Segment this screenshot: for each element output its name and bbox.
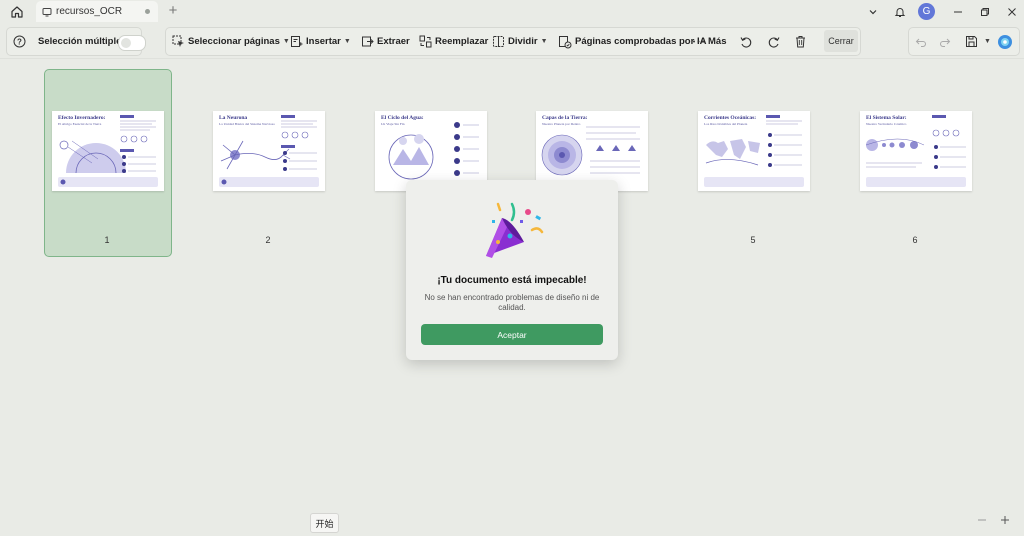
close-window-icon[interactable]: [1002, 2, 1022, 22]
more-label: Más: [708, 36, 727, 47]
restore-icon[interactable]: [975, 2, 995, 22]
ai-check-icon: [559, 35, 572, 48]
page-number: 6: [912, 235, 918, 245]
split-button[interactable]: Dividir ▼: [492, 28, 548, 55]
rotate-left-icon[interactable]: [739, 28, 756, 55]
party-popper-icon: [486, 202, 544, 258]
page-thumbnail-4[interactable]: Capas de la Tierra: Nuestro Planeta por …: [536, 111, 648, 191]
history-group: ▼: [908, 27, 1020, 56]
multi-select-group: ? Selección múltiple: [6, 27, 146, 56]
multi-select-toggle[interactable]: [118, 35, 146, 51]
redo-icon[interactable]: [939, 28, 954, 55]
page-thumbnail-3[interactable]: El Ciclo del Agua: Un Viaje Sin Fin: [375, 111, 487, 191]
extract-icon: [362, 36, 374, 47]
neuron-illustration: [219, 115, 319, 187]
close-button[interactable]: Cerrar: [824, 30, 858, 52]
select-pages-button[interactable]: Seleccionar páginas ▼: [172, 28, 290, 55]
zoom-in-icon[interactable]: [998, 514, 1012, 528]
split-label: Dividir: [508, 36, 538, 47]
dialog-message: No se han encontrado problemas de diseño…: [424, 293, 600, 312]
rotate-right-icon[interactable]: [767, 28, 784, 55]
ai-checked-pages-label: Páginas comprobadas por IA: [575, 36, 707, 47]
multi-select-label: Selección múltiple: [38, 36, 122, 47]
split-icon: [493, 36, 504, 47]
replace-button[interactable]: Reemplazar: [419, 28, 488, 55]
trash-icon[interactable]: [794, 28, 810, 55]
zoom-out-icon[interactable]: [975, 514, 989, 528]
page-thumbnail-5[interactable]: Corrientes Oceánicas: Los Ríos Invisible…: [698, 111, 810, 191]
cursor-select-icon: [172, 35, 184, 47]
page-number: 1: [104, 235, 110, 245]
extract-label: Extraer: [377, 36, 410, 47]
chevron-down-icon: ▼: [984, 38, 991, 45]
document-icon: [42, 7, 52, 17]
page-thumbnail-2[interactable]: La Neurona La Unidad Básica del Sistema …: [213, 111, 325, 191]
save-icon[interactable]: ▼: [965, 28, 991, 55]
solar-system-illustration: [865, 115, 966, 187]
unsaved-dot-icon: [145, 9, 150, 14]
insert-button[interactable]: Insertar ▼: [290, 28, 351, 55]
earth-layers-illustration: [541, 126, 640, 176]
page-thumbnail-1[interactable]: Efecto Invernadero: El Abrigo Esencial d…: [52, 111, 164, 191]
ocean-currents-illustration: [704, 115, 804, 187]
chevron-down-icon: ▼: [540, 38, 548, 45]
home-icon[interactable]: [8, 3, 26, 21]
greenhouse-illustration: [58, 115, 158, 187]
ai-checked-pages-button[interactable]: Páginas comprobadas por IA: [558, 28, 706, 55]
avatar[interactable]: G: [918, 3, 935, 20]
page-number: 2: [265, 235, 271, 245]
dialog-title: ¡Tu documento está impecable!: [437, 275, 587, 286]
undo-icon[interactable]: [915, 28, 930, 55]
water-cycle-illustration: [388, 122, 479, 180]
document-tab[interactable]: recursos_OCR: [36, 1, 158, 22]
accept-button[interactable]: Aceptar: [421, 324, 603, 345]
page-tools-group: Seleccionar páginas ▼ Insertar ▼ Extraer R…: [165, 27, 861, 56]
ai-assistant-icon[interactable]: [997, 28, 1016, 55]
chevron-down-icon: ▼: [282, 38, 290, 45]
tab-title: recursos_OCR: [56, 6, 123, 17]
select-pages-label: Seleccionar páginas: [188, 36, 280, 47]
ime-start-badge[interactable]: 开始: [310, 513, 339, 533]
bell-icon[interactable]: [890, 2, 910, 22]
help-icon[interactable]: ?: [13, 28, 29, 55]
more-button[interactable]: Más: [692, 28, 726, 55]
page-toolbar: ? Selección múltiple Seleccionar páginas…: [0, 24, 1024, 59]
chevron-down-icon[interactable]: [863, 2, 883, 22]
extract-button[interactable]: Extraer: [361, 28, 410, 55]
svg-text:?: ?: [17, 37, 22, 46]
insert-label: Insertar: [306, 36, 341, 47]
more-dots-icon: [693, 40, 704, 43]
success-dialog: ¡Tu documento está impecable! No se han …: [406, 180, 618, 360]
page-thumbnail-6[interactable]: El Sistema Solar: Nuestro Vecindario Cós…: [860, 111, 972, 191]
replace-icon: [419, 35, 432, 48]
new-tab-icon[interactable]: +: [166, 3, 180, 19]
minimize-icon[interactable]: [948, 2, 968, 22]
insert-page-icon: [291, 36, 303, 47]
page-number: 5: [750, 235, 756, 245]
title-bar: recursos_OCR + G: [0, 0, 1024, 24]
chevron-down-icon: ▼: [343, 38, 351, 45]
replace-label: Reemplazar: [435, 36, 489, 47]
